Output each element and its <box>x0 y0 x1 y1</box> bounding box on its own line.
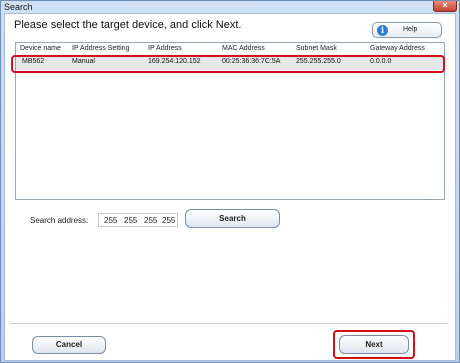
search-address-input[interactable]: 255 . 255 . 255 . 255 <box>98 213 178 227</box>
instruction-text: Please select the target device, and cli… <box>14 19 242 31</box>
table-header: Device name IP Address Setting IP Addres… <box>16 43 444 55</box>
column-header-mac-address[interactable]: MAC Address <box>222 45 265 52</box>
cancel-button[interactable]: Cancel <box>32 336 106 354</box>
ip-dot: . <box>119 215 121 222</box>
column-header-ip-setting[interactable]: IP Address Setting <box>72 45 129 52</box>
column-header-device-name[interactable]: Device name <box>20 45 61 52</box>
ip-octet-4[interactable]: 255 <box>162 216 175 225</box>
ip-dot: . <box>139 215 141 222</box>
ip-octet-2[interactable]: 255 <box>124 216 137 225</box>
help-button[interactable]: i Help <box>372 22 442 38</box>
close-icon: × <box>442 0 448 10</box>
close-button[interactable]: × <box>433 1 457 12</box>
ip-dot: . <box>159 215 161 222</box>
ip-octet-1[interactable]: 255 <box>104 216 117 225</box>
column-header-gateway[interactable]: Gateway Address <box>370 45 425 52</box>
row-highlight-box <box>11 55 445 73</box>
info-icon: i <box>377 25 388 36</box>
column-header-subnet-mask[interactable]: Subnet Mask <box>296 45 337 52</box>
search-button[interactable]: Search <box>185 209 280 228</box>
footer-divider <box>10 323 448 324</box>
window-title: Search <box>4 2 33 12</box>
search-address-label: Search address: <box>30 216 89 225</box>
next-button[interactable]: Next <box>339 335 409 354</box>
column-header-ip-address[interactable]: IP Address <box>148 45 182 52</box>
title-bar: Search × <box>1 1 459 13</box>
help-label: Help <box>403 26 418 33</box>
ip-octet-3[interactable]: 255 <box>144 216 157 225</box>
